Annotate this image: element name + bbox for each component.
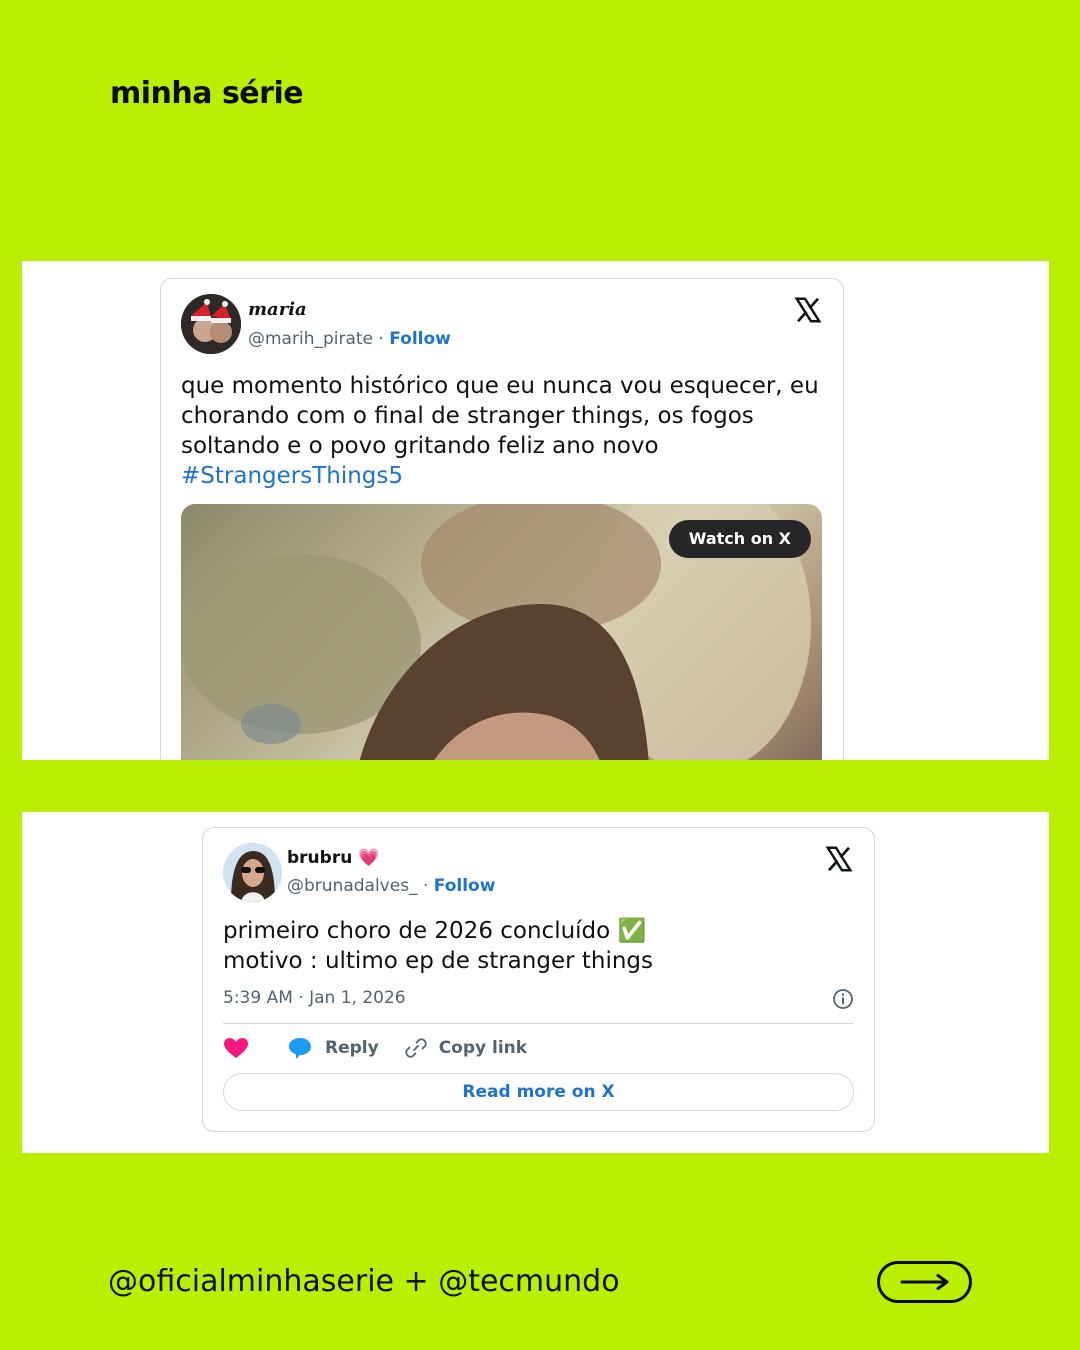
reply-button[interactable]: Reply xyxy=(287,1036,379,1060)
heart-emoji: 💗 xyxy=(358,848,380,868)
tweet-line-1: primeiro choro de 2026 concluído ✅ xyxy=(223,918,647,944)
like-button[interactable] xyxy=(223,1037,261,1059)
tweet-text: primeiro choro de 2026 concluído ✅ motiv… xyxy=(223,916,853,976)
tweet-line-2: motivo : ultimo ep de stranger things xyxy=(223,948,654,974)
separator: · xyxy=(417,876,434,896)
hashtag-link[interactable]: #StrangersThings5 xyxy=(181,463,403,489)
handle-row: @brunadalves_ · Follow xyxy=(287,876,495,896)
reply-label: Reply xyxy=(325,1038,379,1058)
next-button[interactable] xyxy=(877,1261,972,1303)
arrow-right-icon xyxy=(900,1274,948,1290)
avatar[interactable] xyxy=(181,294,241,354)
brand-logo: minha série xyxy=(110,76,304,111)
tweet-panel-1: maria @marih_pirate · Follow que momento… xyxy=(22,261,1049,760)
reply-bubble-icon xyxy=(289,1038,311,1059)
handle-row: @marih_pirate · Follow xyxy=(248,329,451,349)
info-icon[interactable] xyxy=(832,988,854,1010)
action-bar: Reply Copy link xyxy=(223,1033,553,1063)
follow-button[interactable]: Follow xyxy=(389,329,451,349)
watch-on-x-button[interactable]: Watch on X xyxy=(668,520,811,558)
tweet-card-maria[interactable]: maria @marih_pirate · Follow que momento… xyxy=(160,278,844,760)
video-thumbnail[interactable]: Watch on X xyxy=(181,504,822,760)
read-more-button[interactable]: Read more on X xyxy=(223,1073,854,1111)
copy-link-button[interactable]: Copy link xyxy=(405,1037,527,1059)
display-name[interactable]: maria xyxy=(248,299,307,320)
tweet-text: que momento histórico que eu nunca vou e… xyxy=(181,371,821,491)
display-name[interactable]: brubru 💗 xyxy=(287,848,379,868)
separator: · xyxy=(373,329,390,349)
x-logo-icon[interactable] xyxy=(793,295,823,325)
footer-credit: @oficialminhaserie + @tecmundo xyxy=(108,1264,620,1299)
display-name-text: brubru xyxy=(287,848,353,868)
copy-link-label: Copy link xyxy=(438,1038,528,1058)
tweet-panel-2: brubru 💗 @brunadalves_ · Follow primeiro… xyxy=(22,812,1049,1153)
x-logo-icon[interactable] xyxy=(824,844,854,874)
avatar[interactable] xyxy=(223,843,282,902)
tweet-body: que momento histórico que eu nunca vou e… xyxy=(181,373,819,459)
handle[interactable]: @marih_pirate xyxy=(248,329,373,349)
timestamp[interactable]: 5:39 AM · Jan 1, 2026 xyxy=(223,988,406,1008)
heart-icon xyxy=(224,1038,248,1058)
divider xyxy=(223,1023,854,1024)
follow-button[interactable]: Follow xyxy=(434,876,496,896)
tweet-card-brubru[interactable]: brubru 💗 @brunadalves_ · Follow primeiro… xyxy=(202,827,875,1132)
handle[interactable]: @brunadalves_ xyxy=(287,876,418,896)
link-icon xyxy=(405,1038,427,1058)
